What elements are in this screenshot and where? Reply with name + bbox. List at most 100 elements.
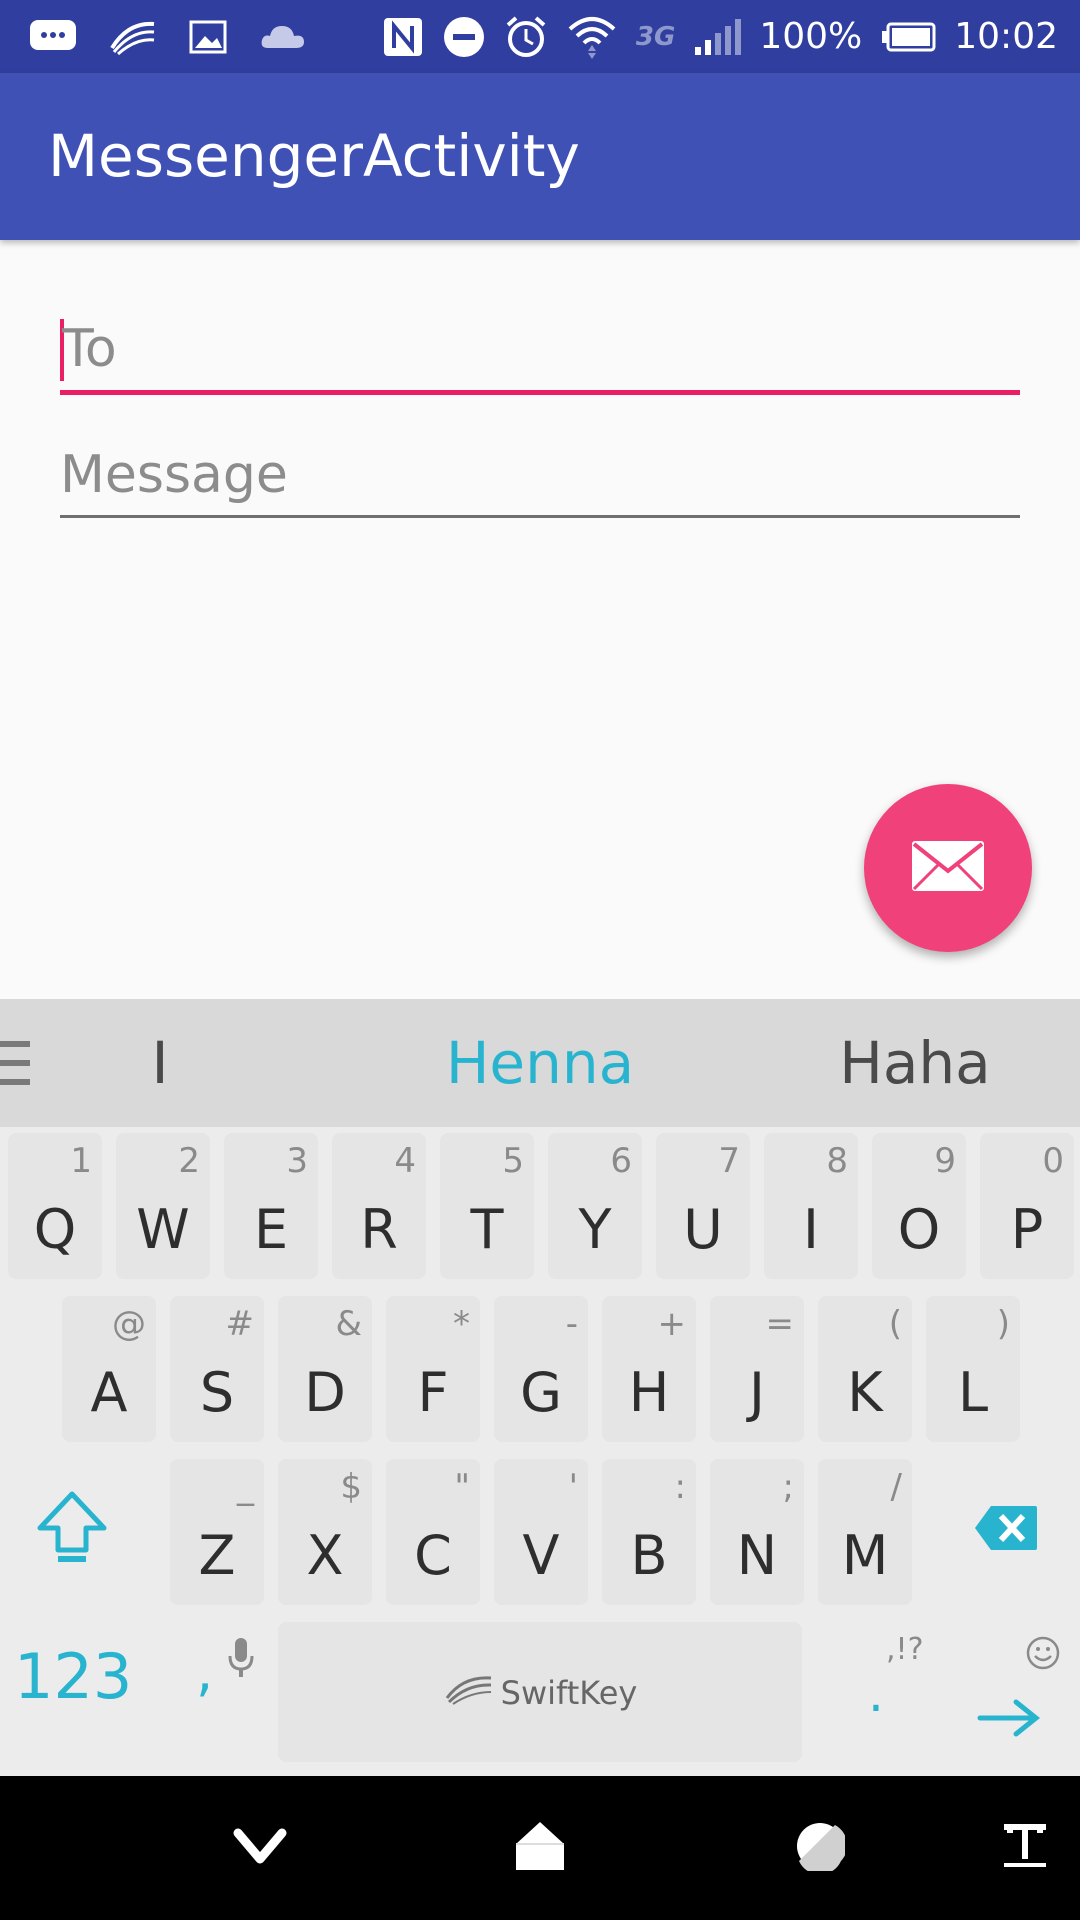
image-icon	[188, 18, 228, 56]
key-label: P	[1010, 1198, 1044, 1261]
key-label: K	[847, 1361, 883, 1424]
numbers-key[interactable]: 123	[14, 1640, 132, 1713]
space-key[interactable]: SwiftKey	[278, 1622, 802, 1762]
shift-key[interactable]	[22, 1490, 122, 1570]
nfc-icon	[382, 16, 424, 58]
key-h[interactable]: + H	[602, 1296, 696, 1442]
keyboard-switch-button[interactable]	[990, 1776, 1060, 1920]
key-label: X	[306, 1524, 344, 1587]
back-icon	[232, 1825, 288, 1871]
home-icon	[514, 1820, 566, 1876]
key-hint: @	[112, 1304, 146, 1344]
send-button[interactable]	[864, 784, 1032, 952]
key-z[interactable]: _ Z	[170, 1459, 264, 1605]
cloud-icon	[258, 18, 306, 56]
recents-button[interactable]	[780, 1776, 860, 1920]
network-type: 3G	[635, 21, 676, 52]
backspace-key[interactable]	[966, 1500, 1046, 1560]
key-w[interactable]: 2W	[116, 1133, 210, 1279]
key-f[interactable]: * F	[386, 1296, 480, 1442]
key-label: T	[470, 1198, 504, 1261]
signal-icon	[693, 17, 742, 57]
suggestion-right[interactable]: Haha	[800, 999, 1030, 1127]
message-field[interactable]: Message	[60, 445, 1020, 518]
key-b[interactable]: :B	[602, 1459, 696, 1605]
envelope-icon	[910, 839, 986, 897]
key-v[interactable]: ' V	[494, 1459, 588, 1605]
key-t[interactable]: 5T	[440, 1133, 534, 1279]
key-label: S	[199, 1361, 235, 1424]
emoji-icon[interactable]	[1026, 1636, 1060, 1674]
key-o[interactable]: 9O	[872, 1133, 966, 1279]
key-label: L	[957, 1361, 989, 1424]
key-label: F	[417, 1361, 449, 1424]
key-c[interactable]: " C	[386, 1459, 480, 1605]
key-i[interactable]: 8I	[764, 1133, 858, 1279]
key-d[interactable]: & D	[278, 1296, 372, 1442]
key-hint: )	[996, 1304, 1010, 1344]
key-a[interactable]: @ A	[62, 1296, 156, 1442]
menu-icon[interactable]	[0, 1041, 30, 1085]
swiftkey-label: SwiftKey	[500, 1674, 638, 1712]
key-s[interactable]: # S	[170, 1296, 264, 1442]
key-hint: *	[453, 1304, 470, 1344]
key-label: J	[749, 1361, 765, 1424]
key-label: Z	[198, 1524, 236, 1587]
comma-key[interactable]: ,	[196, 1640, 213, 1703]
key-u[interactable]: 7U	[656, 1133, 750, 1279]
wifi-icon	[566, 13, 618, 61]
key-hint: :	[674, 1467, 686, 1507]
key-label: V	[522, 1524, 560, 1587]
key-label: W	[136, 1198, 190, 1261]
key-label: G	[520, 1361, 562, 1424]
key-m[interactable]: / M	[818, 1459, 912, 1605]
key-label: N	[736, 1524, 778, 1587]
mic-icon	[226, 1636, 256, 1684]
key-hint: "	[454, 1467, 470, 1507]
key-e[interactable]: 3E	[224, 1133, 318, 1279]
key-hint: 0	[1042, 1141, 1064, 1181]
key-hint: 2	[178, 1141, 200, 1181]
key-r[interactable]: 4R	[332, 1133, 426, 1279]
key-hint: -	[565, 1304, 578, 1344]
key-label: U	[683, 1198, 723, 1261]
key-hint: #	[225, 1304, 255, 1344]
key-x[interactable]: $ X	[278, 1459, 372, 1605]
suggestion-center[interactable]: Henna	[380, 999, 700, 1127]
key-hint: 4	[394, 1141, 416, 1181]
enter-arrow-icon[interactable]	[976, 1696, 1042, 1744]
swiftkey-icon	[108, 18, 158, 56]
key-q[interactable]: 1Q	[8, 1133, 102, 1279]
key-label: B	[630, 1524, 668, 1587]
key-n[interactable]: ; N	[710, 1459, 804, 1605]
key-hint: _	[237, 1467, 254, 1507]
message-placeholder: Message	[60, 445, 288, 505]
key-label: Y	[578, 1198, 612, 1261]
key-k[interactable]: (K	[818, 1296, 912, 1442]
page-title: MessengerActivity	[48, 122, 580, 190]
key-label: D	[304, 1361, 346, 1424]
key-hint: 1	[70, 1141, 92, 1181]
key-y[interactable]: 6Y	[548, 1133, 642, 1279]
key-hint: 8	[826, 1141, 848, 1181]
key-hint: 7	[718, 1141, 740, 1181]
to-field[interactable]: To	[60, 315, 1020, 395]
key-p[interactable]: 0P	[980, 1133, 1074, 1279]
key-hint: 9	[934, 1141, 956, 1181]
key-label: M	[841, 1524, 889, 1587]
key-label: C	[414, 1524, 452, 1587]
key-label: Q	[33, 1198, 77, 1261]
suggestion-left[interactable]: I	[110, 999, 210, 1127]
key-hint: (	[888, 1304, 902, 1344]
chat-icon	[28, 18, 78, 56]
home-button[interactable]	[500, 1776, 580, 1920]
key-l[interactable]: ) L	[926, 1296, 1020, 1442]
suggestion-bar: I Henna Haha	[0, 999, 1080, 1127]
key-j[interactable]: = J	[710, 1296, 804, 1442]
key-g[interactable]: -G	[494, 1296, 588, 1442]
app-bar: MessengerActivity	[0, 73, 1080, 240]
swiftkey-logo-icon	[443, 1672, 495, 1714]
period-key[interactable]: .	[868, 1665, 884, 1723]
back-button[interactable]	[220, 1776, 300, 1920]
key-hint: &	[335, 1304, 362, 1344]
